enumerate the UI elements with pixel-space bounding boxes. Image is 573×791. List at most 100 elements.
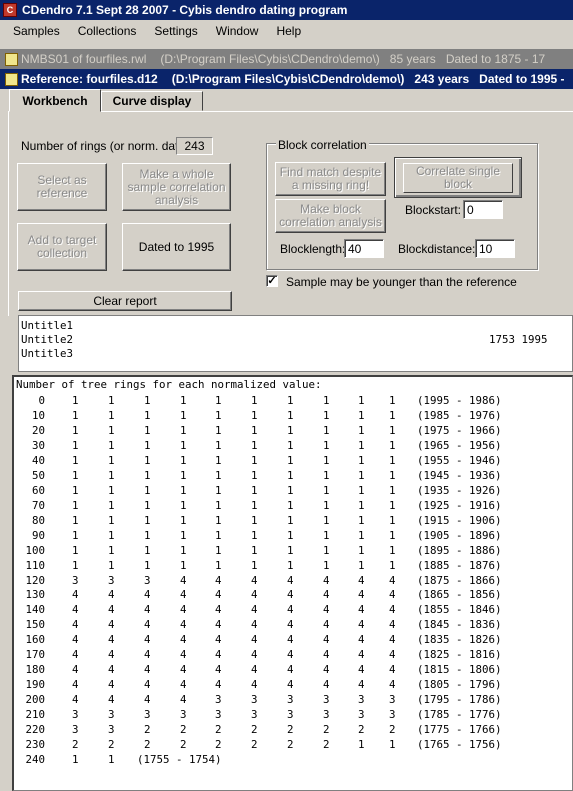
tab-workbench[interactable]: Workbench: [9, 89, 101, 112]
menu-samples[interactable]: Samples: [0, 24, 69, 38]
report-row-count: 4: [323, 603, 330, 617]
report-row-range: (1765 - 1756): [417, 738, 502, 752]
menu-collections[interactable]: Collections: [69, 24, 146, 38]
report-row-count: 1: [180, 543, 187, 557]
report-row-count: 4: [144, 693, 151, 707]
report-row-count: 3: [72, 723, 79, 737]
select-as-reference-button[interactable]: Select as reference: [17, 163, 107, 211]
dated-button[interactable]: Dated to 1995: [122, 223, 231, 271]
report-row-count: 1: [251, 558, 258, 572]
report-row-count: 1: [180, 438, 187, 452]
menu-window[interactable]: Window: [207, 24, 268, 38]
report-row-count: 1: [323, 528, 330, 542]
report-row-count: 1: [358, 468, 365, 482]
report-row-count: 2: [144, 723, 151, 737]
reference-window-title-bar[interactable]: Reference: fourfiles.d12 (D:\Program Fil…: [0, 69, 573, 89]
report-row-value: 140: [25, 603, 45, 617]
report-row-count: 4: [251, 633, 258, 647]
blockstart-input[interactable]: 0: [463, 200, 503, 219]
report-row-count: 3: [180, 708, 187, 722]
tab-curve-display[interactable]: Curve display: [101, 91, 203, 111]
report-row-count: 1: [389, 483, 396, 497]
menu-help[interactable]: Help: [267, 24, 310, 38]
report-row-count: 4: [251, 618, 258, 632]
report-row-count: 2: [358, 723, 365, 737]
report-row-range: (1815 - 1806): [417, 663, 502, 677]
sample-window-title-bar[interactable]: NMBS01 of fourfiles.rwl (D:\Program File…: [0, 49, 573, 69]
menu-settings[interactable]: Settings: [145, 24, 206, 38]
report-row-count: 1: [144, 513, 151, 527]
report-row-value: 240: [25, 753, 45, 767]
add-to-target-collection-button[interactable]: Add to target collection: [17, 223, 107, 271]
report-row-count: 1: [72, 423, 79, 437]
report-row-range: (1985 - 1976): [417, 408, 502, 422]
report-text-area[interactable]: Number of tree rings for each normalized…: [12, 375, 573, 791]
correlate-single-block-button[interactable]: Correlate single block: [394, 157, 522, 198]
report-row-count: 3: [144, 708, 151, 722]
report-row-count: 1: [389, 408, 396, 422]
list-item-name[interactable]: Untitle2: [21, 333, 73, 347]
app-title-bar[interactable]: C CDendro 7.1 Sept 28 2007 - Cybis dendr…: [0, 0, 573, 20]
report-row-count: 1: [72, 558, 79, 572]
report-row-value: 120: [25, 573, 45, 587]
list-item-name[interactable]: Untitle3: [21, 347, 73, 361]
report-row-count: 1: [144, 483, 151, 497]
app-icon: C: [3, 3, 17, 17]
report-row-count: 1: [251, 453, 258, 467]
report-row-count: 4: [215, 588, 222, 602]
report-row-value: 230: [25, 738, 45, 752]
report-row-count: 1: [358, 423, 365, 437]
report-row-count: 4: [251, 663, 258, 677]
report-row-range: (1935 - 1926): [417, 483, 502, 497]
report-row-count: 4: [389, 603, 396, 617]
blockdistance-label: Blockdistance:: [398, 242, 476, 256]
report-row-count: 2: [251, 723, 258, 737]
report-row-range: (1865 - 1856): [417, 588, 502, 602]
report-row-count: 4: [180, 648, 187, 662]
report-row-count: 1: [72, 453, 79, 467]
list-item-years: 1753 1995: [489, 333, 548, 346]
report-row-range: (1885 - 1876): [417, 558, 502, 572]
report-row-value: 210: [25, 708, 45, 722]
sample-younger-checkbox[interactable]: ✓: [266, 275, 278, 287]
report-row-count: 4: [323, 663, 330, 677]
sample-list[interactable]: Untitle1 Untitle2 1753 1995 Untitle3: [18, 315, 573, 372]
find-match-missing-ring-button[interactable]: Find match despite a missing ring!: [275, 162, 386, 196]
report-row-value: 200: [25, 693, 45, 707]
blockdistance-input[interactable]: 10: [475, 239, 515, 258]
make-block-correlation-button[interactable]: Make block correlation analysis: [275, 199, 386, 233]
report-row-count: 1: [180, 453, 187, 467]
report-row-count: 4: [287, 588, 294, 602]
report-row-count: 1: [72, 753, 79, 767]
report-row-count: 1: [287, 528, 294, 542]
report-row-count: 1: [389, 453, 396, 467]
report-row-range: (1995 - 1986): [417, 394, 502, 407]
report-row-count: 1: [287, 558, 294, 572]
report-row-count: 1: [72, 468, 79, 482]
report-row-count: 4: [389, 633, 396, 647]
blocklength-input[interactable]: 40: [344, 239, 384, 258]
report-row-count: 4: [251, 678, 258, 692]
whole-sample-correlation-button[interactable]: Make a whole sample correlation analysis: [122, 163, 231, 211]
report-row-count: 4: [323, 588, 330, 602]
report-row-count: 3: [251, 708, 258, 722]
reference-window-years: 243 years: [414, 72, 470, 86]
report-row-count: 2: [323, 738, 330, 752]
report-row-range: (1895 - 1886): [417, 543, 502, 557]
report-row-count: 1: [180, 498, 187, 512]
report-row-count: 1: [180, 423, 187, 437]
list-item-name[interactable]: Untitle1: [21, 319, 73, 333]
report-row-count: 3: [108, 708, 115, 722]
report-row-range: (1775 - 1766): [417, 723, 502, 737]
reference-window-name: Reference: fourfiles.d12: [21, 72, 158, 86]
report-row-count: 1: [323, 543, 330, 557]
report-row-range: (1805 - 1796): [417, 678, 502, 692]
clear-report-button[interactable]: Clear report: [18, 291, 232, 311]
report-row-count: 1: [358, 483, 365, 497]
sample-window-years: 85 years: [389, 52, 436, 66]
report-row-value: 160: [25, 633, 45, 647]
report-row-count: 4: [180, 678, 187, 692]
sample-window-dated: Dated to 1875 - 17: [445, 52, 546, 66]
report-row-count: 4: [180, 588, 187, 602]
rings-count: 243: [176, 137, 213, 155]
